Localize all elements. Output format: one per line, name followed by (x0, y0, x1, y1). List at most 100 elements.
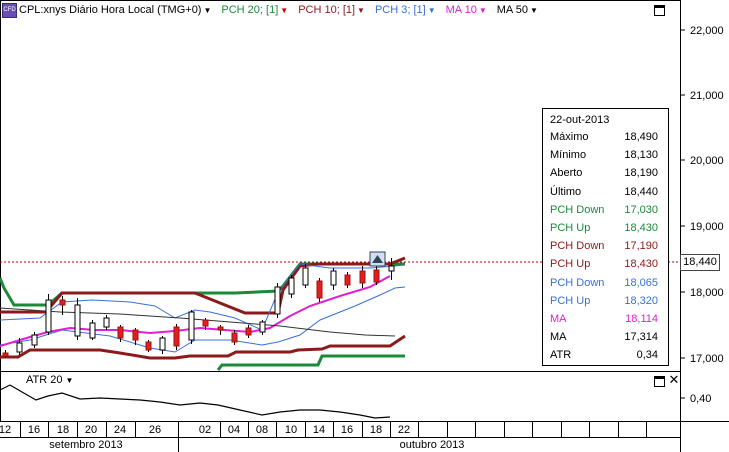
price-tick-label: 18,000 (690, 287, 724, 299)
candle (31, 334, 38, 346)
candle (302, 267, 309, 286)
candle (2, 352, 9, 357)
legend-pch20-label: PCH 20; [1] (221, 4, 279, 16)
data-window-key: MA (550, 331, 567, 344)
data-window-row: PCH Up 18,320 (543, 293, 668, 311)
candle (388, 265, 395, 272)
candle (259, 321, 266, 333)
date-tick-label: 12 (0, 424, 11, 436)
date-tick-label: 04 (228, 424, 240, 436)
chevron-down-icon: ▼ (203, 5, 212, 15)
chevron-down-icon: ▼ (529, 5, 538, 15)
data-window-key: MA (550, 313, 567, 325)
data-window-value: 0,34 (636, 349, 658, 362)
date-tick-label: 18 (370, 424, 382, 436)
candle (274, 286, 281, 315)
data-window-value: 17,190 (624, 240, 658, 253)
maximize-icon[interactable] (654, 5, 665, 16)
date-tick-label: 26 (149, 424, 161, 436)
data-window: 22-out-2013 Máximo 18,490 Mínimo 18,130 Aber… (542, 108, 669, 366)
data-window-row: PCH Up 18,430 (543, 256, 668, 274)
candle (373, 269, 380, 283)
month-label: outubro 2013 (400, 439, 465, 451)
data-window-value: 17,030 (624, 203, 658, 216)
data-window-value: 18,065 (624, 276, 658, 289)
atr-selector[interactable]: ATR 20 ▼ (26, 374, 73, 386)
legend-ma10[interactable]: MA 10 ▼ (446, 4, 487, 16)
data-window-key: Aberto (550, 167, 583, 180)
atr-pane[interactable] (0, 371, 681, 422)
candle (188, 311, 195, 341)
price-tick-label: 19,000 (690, 221, 724, 233)
chevron-down-icon: ▼ (357, 5, 365, 15)
data-window-row: Mínimo 18,130 (543, 147, 668, 165)
price-tick-label: 17,000 (690, 353, 724, 365)
candle (45, 299, 52, 333)
candle (159, 337, 166, 351)
legend-pch10[interactable]: PCH 10; [1] ▼ (298, 4, 365, 16)
data-window-row: MA 17,314 (543, 329, 668, 347)
candle (316, 280, 323, 299)
candle (344, 274, 351, 286)
legend-pch3[interactable]: PCH 3; [1] ▼ (375, 4, 436, 16)
data-window-value: 18,320 (624, 294, 658, 307)
candle (202, 319, 209, 327)
date-tick-label: 08 (256, 424, 268, 436)
legend-ma50[interactable]: MA 50 ▼ (497, 4, 538, 16)
candle (103, 317, 110, 328)
data-window-key: PCH Down (550, 203, 605, 216)
data-window-value: 18,440 (624, 185, 658, 198)
data-window-row: ATR 0,34 (543, 347, 668, 365)
candle (217, 326, 224, 331)
date-tick-label: 18 (57, 424, 69, 436)
date-tick-label: 10 (285, 424, 297, 436)
candle (16, 342, 23, 353)
chevron-down-icon: ▼ (65, 375, 74, 385)
date-tick-label: 24 (114, 424, 126, 436)
data-window-row: PCH Down 18,065 (543, 275, 668, 293)
instrument-selector[interactable]: CPL:xnys Diário Hora Local (TMG+0) ▼ (19, 4, 211, 16)
data-window-value: 17,314 (624, 331, 658, 344)
price-tick-label: 21,000 (690, 90, 724, 102)
legend-pch3-label: PCH 3; [1] (374, 4, 426, 16)
data-window-key: Mínimo (550, 149, 587, 162)
legend-ma50-label: MA 50 (496, 4, 528, 16)
legend-pch10-label: PCH 10; [1] (298, 4, 356, 16)
candle (74, 304, 81, 337)
date-tick-label: 22 (398, 424, 410, 436)
data-window-row: Último 18,440 (543, 184, 668, 202)
data-window-row: Aberto 18,190 (543, 165, 668, 183)
atr-label: ATR 20 (26, 374, 63, 386)
candle (245, 327, 252, 336)
data-window-value: 18,490 (624, 131, 658, 143)
data-window-row: PCH Up 18,430 (543, 220, 668, 238)
close-icon[interactable]: ✕ (668, 373, 680, 386)
data-window-key: Máximo (550, 131, 589, 143)
data-window-key: PCH Up (550, 294, 591, 307)
chevron-down-icon: ▼ (280, 5, 289, 15)
price-tick-label: 20,000 (690, 155, 724, 167)
maximize-icon[interactable] (654, 376, 665, 387)
legend-pch20[interactable]: PCH 20; [1] ▼ (221, 4, 288, 16)
candle (231, 332, 238, 343)
data-window-row: PCH Down 17,190 (543, 238, 668, 256)
chevron-down-icon: ▼ (478, 5, 487, 15)
price-tick-label: 22,000 (690, 25, 724, 37)
data-window-key: Último (550, 185, 582, 198)
indicator-legend: CFD CPL:xnys Diário Hora Local (TMG+0) ▼ … (2, 2, 548, 18)
date-tick-label: 02 (199, 424, 211, 436)
chevron-down-icon: ▼ (427, 5, 436, 15)
candle (117, 326, 124, 339)
data-window-value: 18,130 (624, 149, 658, 162)
candle (132, 329, 139, 341)
data-window-row: Máximo 18,490 (543, 129, 668, 147)
date-tick-label: 16 (341, 424, 353, 436)
data-window-key: PCH Down (550, 240, 605, 253)
candle (145, 341, 152, 351)
cfd-icon: CFD (2, 2, 17, 18)
date-tick-label: 20 (85, 424, 97, 436)
data-window-key: ATR (550, 349, 572, 362)
candle (330, 270, 337, 286)
month-label: setembro 2013 (49, 439, 122, 451)
candle (359, 270, 366, 284)
